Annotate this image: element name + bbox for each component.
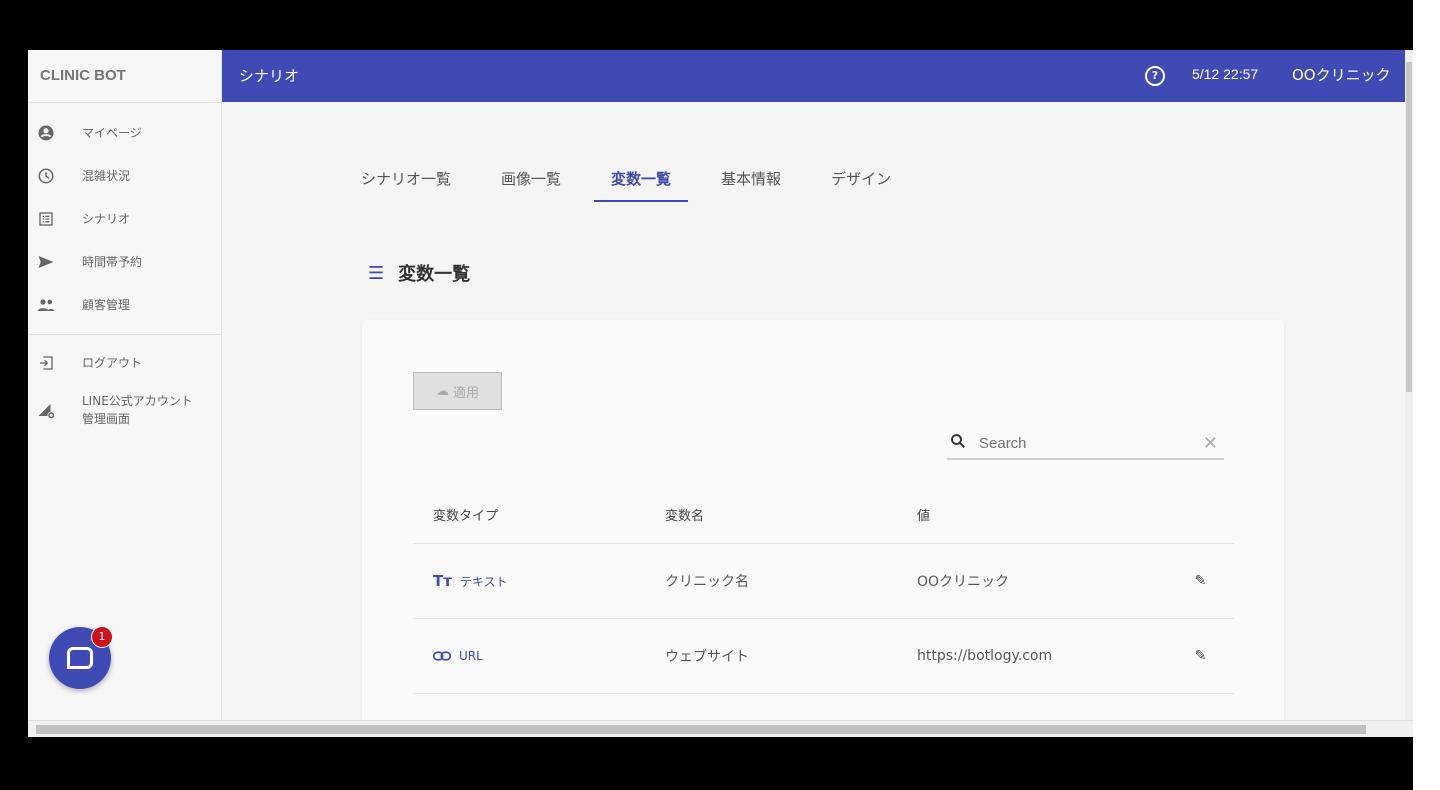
tab-image-list[interactable]: 画像一覧 xyxy=(501,168,561,202)
sidebar-item-label: 混雑状況 xyxy=(82,169,131,183)
cloud-upload-icon: ☁ xyxy=(435,383,449,398)
variable-value: https://botlogy.com xyxy=(917,648,1053,664)
chat-icon xyxy=(67,647,93,669)
tab-design[interactable]: デザイン xyxy=(831,168,891,202)
edit-icon[interactable]: ✎ xyxy=(1167,648,1234,664)
sidebar-item-customers[interactable]: 顧客管理 xyxy=(28,283,221,326)
variable-card: ☁ 適用 ✕ 変数タイプ 変数名 値 Tт テキスト クリニック名 OOクリニック… xyxy=(362,320,1284,737)
sidebar-item-label: シナリオ xyxy=(82,212,131,226)
people-icon xyxy=(36,295,56,315)
tab-scenario-list[interactable]: シナリオ一覧 xyxy=(361,168,451,202)
top-bar: シナリオ ? 5/12 22:57 OOクリニック xyxy=(222,50,1405,102)
outer-margin xyxy=(1413,0,1440,790)
text-type-icon: Tт xyxy=(433,572,452,590)
sidebar-item-logout[interactable]: ログアウト xyxy=(28,341,221,384)
list-icon: ☰ xyxy=(368,262,385,284)
current-time: 5/12 22:57 xyxy=(1192,66,1259,82)
clinic-name[interactable]: OOクリニック xyxy=(1292,64,1391,85)
sidebar-item-label: LINE公式アカウント xyxy=(82,394,193,408)
variable-name: ウェブサイト xyxy=(665,649,749,665)
sidebar-item-label: ログアウト xyxy=(82,356,143,370)
link-icon xyxy=(432,647,452,665)
app-window: CLINIC BOT マイページ 混雑状況 シナリオ 時間帯予約 顧客管理 ログ… xyxy=(28,50,1413,737)
brand-logo: CLINIC BOT xyxy=(28,50,221,103)
sidebar-item-line-admin[interactable]: LINE公式アカウント 管理画面 xyxy=(28,384,221,436)
variable-name: クリニック名 xyxy=(665,574,749,590)
column-header[interactable]: 変数名 xyxy=(665,505,917,524)
sidebar: CLINIC BOT マイページ 混雑状況 シナリオ 時間帯予約 顧客管理 ログ… xyxy=(28,50,222,720)
sidebar-item-label: マイページ xyxy=(82,126,142,140)
page-title: シナリオ xyxy=(239,67,300,85)
sidebar-item-label: 時間帯予約 xyxy=(82,255,143,269)
sidebar-item-mypage[interactable]: マイページ xyxy=(28,111,221,154)
notification-badge: 1 xyxy=(91,626,113,648)
column-header[interactable]: 変数タイプ xyxy=(413,505,665,524)
search-icon xyxy=(947,432,973,454)
vertical-scrollbar[interactable] xyxy=(1405,50,1413,720)
variable-type: URL xyxy=(459,649,483,663)
list-icon xyxy=(36,209,56,229)
edit-icon[interactable]: ✎ xyxy=(1167,573,1234,589)
column-header[interactable]: 値 xyxy=(917,505,1167,524)
sidebar-item-label: 顧客管理 xyxy=(82,298,131,312)
account-circle-icon xyxy=(36,123,56,143)
sidebar-item-scenario[interactable]: シナリオ xyxy=(28,197,221,240)
tab-variable-list[interactable]: 変数一覧 xyxy=(594,168,689,202)
logout-icon xyxy=(36,353,56,373)
table-row: URL ウェブサイト https://botlogy.com ✎ xyxy=(413,619,1234,694)
divider xyxy=(28,334,221,335)
apply-label: 適用 xyxy=(452,384,479,400)
search-input[interactable] xyxy=(973,434,1203,452)
tab-basic-info[interactable]: 基本情報 xyxy=(721,168,781,202)
table-header: 変数タイプ 変数名 値 xyxy=(413,486,1234,544)
send-icon xyxy=(36,252,56,272)
clear-icon[interactable]: ✕ xyxy=(1203,433,1224,454)
variable-type: テキスト xyxy=(459,574,508,589)
table-row: Tт テキスト クリニック名 OOクリニック ✎ xyxy=(413,544,1234,619)
clock-icon xyxy=(36,166,56,186)
search-box: ✕ xyxy=(947,428,1224,460)
sidebar-item-reservation[interactable]: 時間帯予約 xyxy=(28,240,221,283)
help-icon[interactable]: ? xyxy=(1145,66,1165,86)
section-title: 変数一覧 xyxy=(398,264,471,285)
sidebar-item-congestion[interactable]: 混雑状況 xyxy=(28,154,221,197)
tab-bar: シナリオ一覧 画像一覧 変数一覧 基本情報 デザイン xyxy=(361,168,941,202)
sidebar-item-label: 管理画面 xyxy=(82,412,131,426)
apply-button[interactable]: ☁ 適用 xyxy=(413,372,502,410)
section-heading: ☰ 変数一覧 xyxy=(368,260,470,286)
variable-value: OOクリニック xyxy=(917,574,1010,590)
horizontal-scrollbar[interactable] xyxy=(28,720,1413,737)
line-settings-icon xyxy=(36,400,56,420)
variable-table: 変数タイプ 変数名 値 Tт テキスト クリニック名 OOクリニック ✎ URL … xyxy=(413,486,1234,694)
